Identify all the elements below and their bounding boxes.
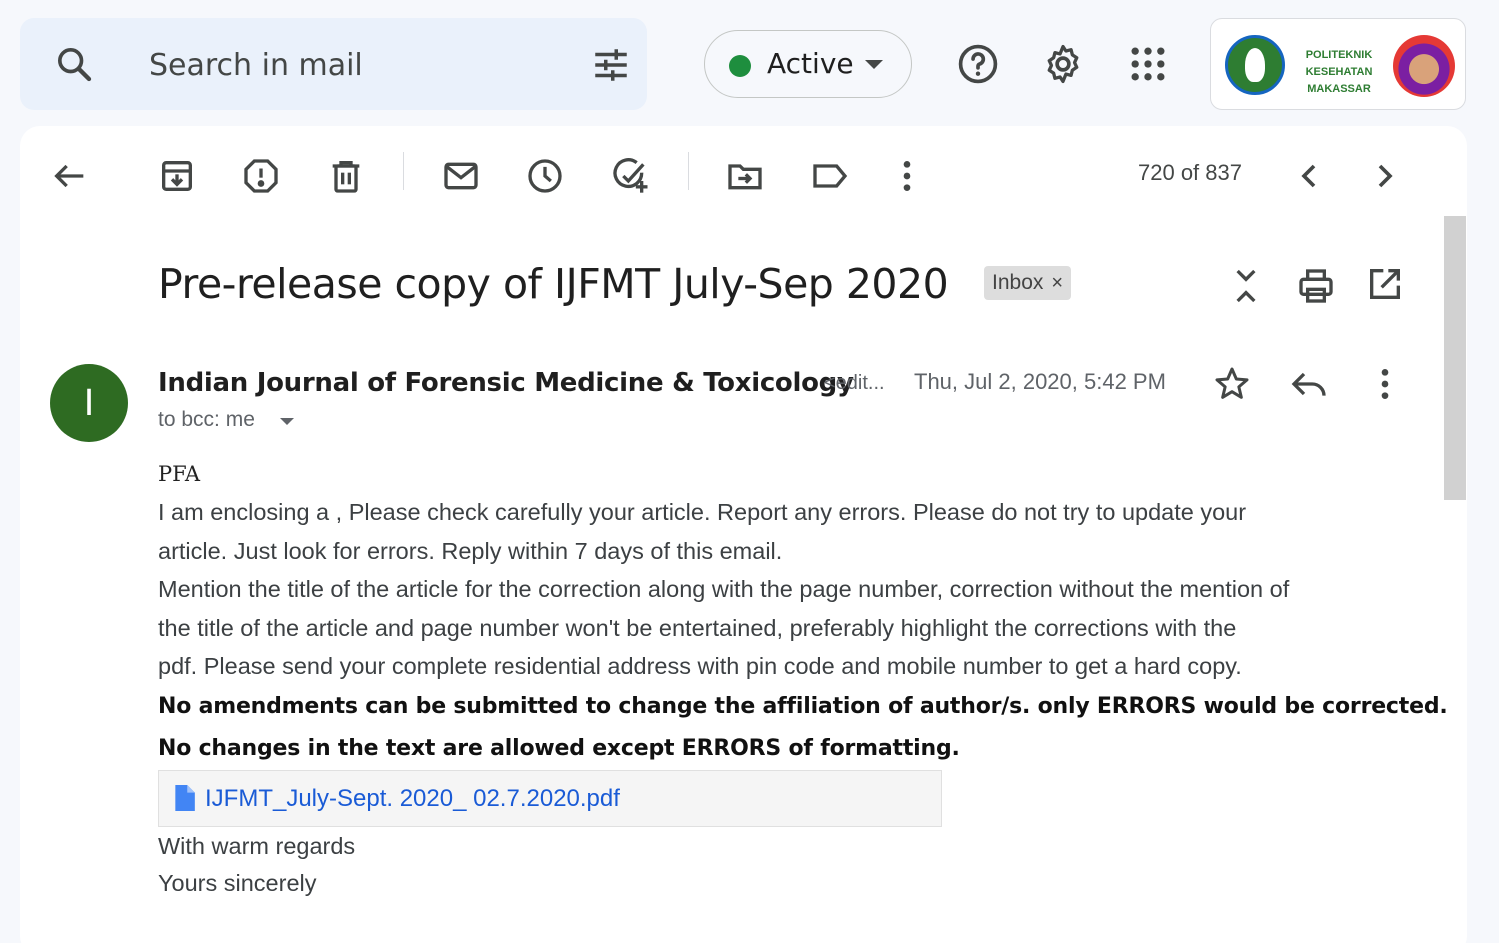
more-vertical-icon[interactable]: [887, 156, 927, 196]
status-label: Active: [767, 47, 854, 80]
snooze-clock-icon[interactable]: [525, 156, 565, 196]
body-line-bold: No amendments can be submitted to change…: [158, 694, 1448, 719]
show-details-chevron-icon[interactable]: [280, 418, 294, 425]
body-line: Mention the title of the article for the…: [158, 576, 1290, 602]
body-line: the title of the article and page number…: [158, 615, 1237, 641]
search-options-icon[interactable]: [590, 44, 632, 86]
organization-logo: [1225, 35, 1285, 95]
attachment-link[interactable]: IJFMT_July-Sept. 2020_ 02.7.2020.pdf: [158, 770, 942, 827]
document-icon: [175, 785, 195, 811]
search-input[interactable]: Search in mail: [149, 48, 363, 83]
toolbar-divider: [688, 152, 689, 190]
status-dot-icon: [729, 55, 751, 77]
back-arrow-icon[interactable]: [50, 156, 90, 196]
search-bar[interactable]: Search in mail: [20, 18, 647, 110]
sender-email[interactable]: <edit...: [824, 372, 885, 395]
more-vertical-icon[interactable]: [1365, 364, 1405, 404]
star-icon[interactable]: [1212, 364, 1252, 404]
reply-icon[interactable]: [1289, 364, 1329, 404]
avatar[interactable]: I: [50, 364, 128, 442]
body-line: PFA: [158, 462, 201, 486]
recipients-line: to bcc: me: [158, 408, 255, 431]
remove-label-button[interactable]: ×: [1051, 266, 1063, 300]
add-to-tasks-icon[interactable]: [610, 156, 650, 196]
open-in-new-window-icon[interactable]: [1365, 264, 1405, 304]
collapse-all-icon[interactable]: [1226, 266, 1266, 306]
newer-chevron-left-icon[interactable]: [1289, 156, 1329, 196]
inbox-label-chip: Inbox ×: [984, 266, 1072, 300]
body-line: I am enclosing a , Please check carefull…: [158, 499, 1247, 525]
email-subject: Pre-release copy of IJFMT July-Sep 2020: [158, 260, 949, 308]
print-icon[interactable]: [1296, 266, 1336, 306]
body-line: pdf. Please send your complete residenti…: [158, 653, 1242, 679]
archive-icon[interactable]: [157, 156, 197, 196]
apps-grid-icon[interactable]: [1126, 42, 1170, 86]
body-line-bold: No changes in the text are allowed excep…: [158, 736, 960, 761]
move-to-icon[interactable]: [725, 156, 765, 196]
report-spam-icon[interactable]: [241, 156, 281, 196]
chevron-down-icon: [865, 60, 883, 69]
organization-name: POLITEKNIK KESEHATAN MAKASSAR: [1305, 49, 1373, 95]
label-icon[interactable]: [810, 156, 850, 196]
body-line: Yours sincerely: [158, 870, 317, 896]
sender-name[interactable]: Indian Journal of Forensic Medicine & To…: [158, 368, 854, 398]
body-line: With warm regards: [158, 833, 356, 859]
email-date: Thu, Jul 2, 2020, 5:42 PM: [914, 369, 1166, 394]
message-counter: 720 of 837: [1138, 160, 1242, 185]
email-view: 720 of 837 Pre-release copy of IJFMT Jul…: [20, 126, 1467, 943]
attachment-filename[interactable]: IJFMT_July-Sept. 2020_ 02.7.2020.pdf: [205, 785, 620, 813]
label-name: Inbox: [992, 271, 1044, 294]
avatar[interactable]: [1393, 35, 1455, 97]
search-icon[interactable]: [54, 44, 94, 84]
account-switcher[interactable]: POLITEKNIK KESEHATAN MAKASSAR: [1210, 18, 1466, 110]
scrollbar-thumb[interactable]: [1444, 216, 1466, 500]
toolbar-divider: [403, 152, 404, 190]
older-chevron-right-icon[interactable]: [1365, 156, 1405, 196]
status-selector[interactable]: Active: [704, 30, 912, 98]
mark-unread-icon[interactable]: [441, 156, 481, 196]
body-line: article. Just look for errors. Reply wit…: [158, 538, 783, 564]
delete-icon[interactable]: [326, 156, 366, 196]
help-icon[interactable]: [956, 42, 1000, 86]
gear-icon[interactable]: [1041, 42, 1085, 86]
